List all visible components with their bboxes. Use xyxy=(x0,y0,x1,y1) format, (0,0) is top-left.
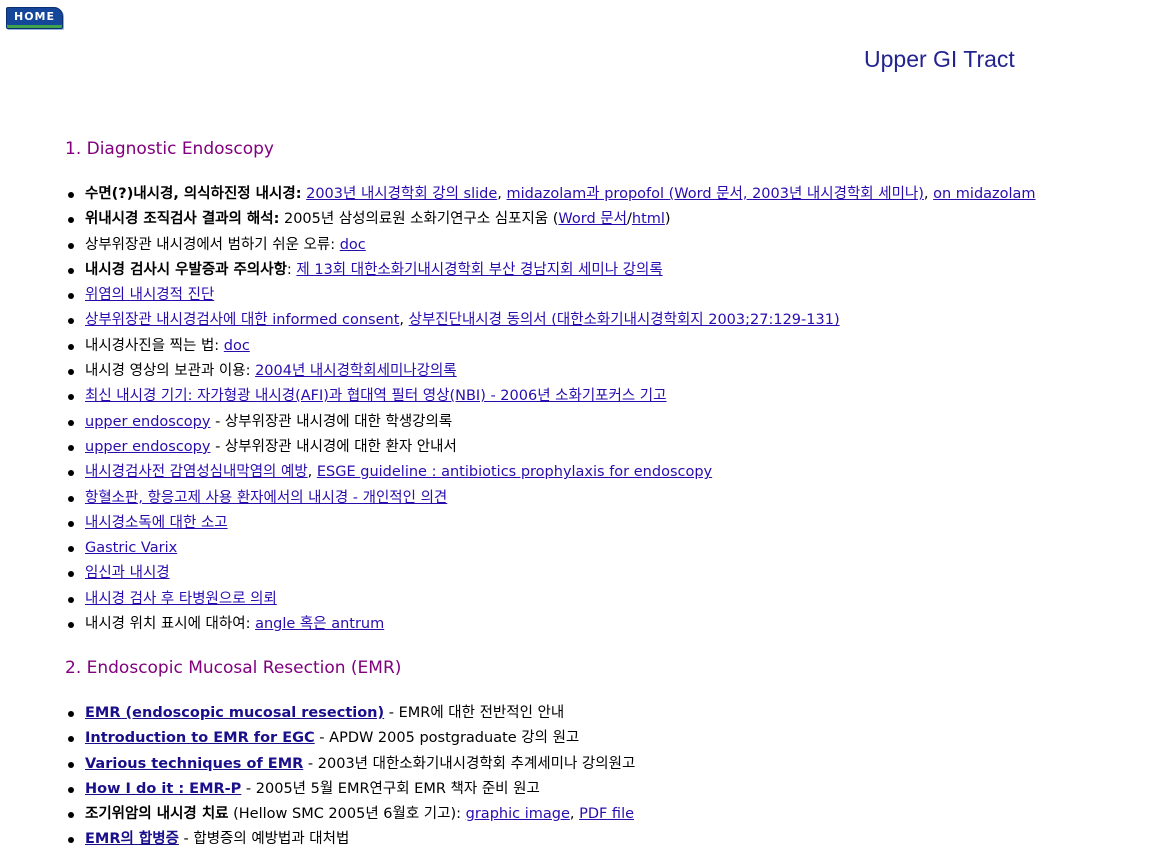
list-item-link[interactable]: 내시경검사전 감염성심내막염의 예방 xyxy=(85,464,308,480)
list-item-link[interactable]: 상부위장관 내시경검사에 대한 informed consent xyxy=(85,312,399,328)
list-item-heading: 조기위암의 내시경 치료 xyxy=(85,806,229,823)
list-item: 내시경 검사시 우발증과 주의사항: 제 13회 대한소화기내시경학회 부산 경… xyxy=(0,258,1036,283)
diagnostic-endoscopy-list: 수면(?)내시경, 의식하진정 내시경: 2003년 내시경학회 강의 slid… xyxy=(0,182,1036,637)
list-item-heading: 내시경 검사시 우발증과 주의사항 xyxy=(85,261,287,278)
list-item: How I do it : EMR-P - 2005년 5월 EMR연구회 EM… xyxy=(0,777,635,802)
list-item-link[interactable]: 상부진단내시경 동의서 (대한소화기내시경학회지 2003;27:129-131… xyxy=(409,312,840,328)
list-item-link[interactable]: Various techniques of EMR xyxy=(85,756,303,772)
section-title-emr: 2. Endoscopic Mucosal Resection (EMR) xyxy=(65,658,402,678)
list-item-link[interactable]: 내시경소독에 대한 소고 xyxy=(85,515,228,531)
list-item-text: - 상부위장관 내시경에 대한 학생강의록 xyxy=(210,413,453,430)
list-item: 수면(?)내시경, 의식하진정 내시경: 2003년 내시경학회 강의 slid… xyxy=(0,182,1036,207)
list-item: 내시경소독에 대한 소고 xyxy=(0,511,1036,536)
list-item-link[interactable]: 위염의 내시경적 진단 xyxy=(85,287,214,303)
list-item-link[interactable]: graphic image xyxy=(466,806,570,822)
list-item-link[interactable]: on midazolam xyxy=(933,186,1035,202)
list-item-link[interactable]: midazolam과 propofol (Word 문서, 2003년 내시경학… xyxy=(507,186,924,202)
home-button[interactable]: HOME xyxy=(6,7,63,29)
list-item: 상부위장관 내시경검사에 대한 informed consent, 상부진단내시… xyxy=(0,308,1036,333)
list-item-link[interactable]: ESGE guideline : antibiotics prophylaxis… xyxy=(317,464,712,480)
list-item-text: (Hellow SMC 2005년 6월호 기고): xyxy=(228,806,466,823)
list-item-link[interactable]: EMR의 합병증 xyxy=(85,831,179,847)
list-item: Various techniques of EMR - 2003년 대한소화기내… xyxy=(0,752,635,777)
list-item-text: 내시경사진을 찍는 법: xyxy=(85,337,224,354)
page-title: Upper GI Tract xyxy=(864,46,1015,72)
list-item-link[interactable]: doc xyxy=(340,237,366,253)
list-item: 상부위장관 내시경에서 범하기 쉬운 오류: doc xyxy=(0,233,1036,258)
list-item-heading: 수면(?)내시경, 의식하진정 내시경: xyxy=(85,186,302,202)
list-item: 위염의 내시경적 진단 xyxy=(0,283,1036,308)
list-item-link[interactable]: EMR (endoscopic mucosal resection) xyxy=(85,705,384,721)
list-item: 내시경 위치 표시에 대하여: angle 혹은 antrum xyxy=(0,612,1036,637)
list-item-link[interactable]: upper endoscopy xyxy=(85,414,210,430)
list-item: 위내시경 조직검사 결과의 해석: 2005년 삼성의료원 소화기연구소 심포지… xyxy=(0,207,1036,232)
list-item-link[interactable]: 2004년 내시경학회세미나강의록 xyxy=(255,363,457,379)
list-item-text: - EMR에 대한 전반적인 안내 xyxy=(384,705,565,721)
list-item: 임신과 내시경 xyxy=(0,561,1036,586)
list-item-text: 2005년 삼성의료원 소화기연구소 심포지움 ( xyxy=(279,211,559,228)
list-item: EMR (endoscopic mucosal resection) - EMR… xyxy=(0,701,635,726)
list-item-text: , xyxy=(307,464,317,481)
list-item-link[interactable]: html xyxy=(632,211,665,227)
list-item-text: 상부위장관 내시경에서 범하기 쉬운 오류: xyxy=(85,236,340,253)
list-item-text: , xyxy=(497,186,507,202)
list-item: 조기위암의 내시경 치료 (Hellow SMC 2005년 6월호 기고): … xyxy=(0,802,635,827)
list-item: 최신 내시경 기기: 자가형광 내시경(AFI)과 협대역 필터 영상(NBI)… xyxy=(0,384,1036,409)
list-item-text: - 상부위장관 내시경에 대한 환자 안내서 xyxy=(210,438,457,455)
list-item-link[interactable]: Word 문서 xyxy=(558,211,627,227)
list-item-link[interactable]: Gastric Varix xyxy=(85,540,177,556)
list-item-text: , xyxy=(569,806,580,823)
list-item: Gastric Varix xyxy=(0,536,1036,561)
list-item-link[interactable]: 2003년 내시경학회 강의 slide xyxy=(306,186,497,202)
list-item: upper endoscopy - 상부위장관 내시경에 대한 환자 안내서 xyxy=(0,435,1036,460)
list-item-text: 내시경 위치 표시에 대하여: xyxy=(85,616,256,633)
list-item-link[interactable]: doc xyxy=(224,338,250,354)
list-item-text: - 2003년 대한소화기내시경학회 추계세미나 강의원고 xyxy=(303,755,636,772)
list-item-link[interactable]: upper endoscopy xyxy=(85,439,210,455)
list-item-text: - 합병증의 예방법과 대처법 xyxy=(178,831,350,848)
list-item: 내시경사진을 찍는 법: doc xyxy=(0,334,1036,359)
list-item: 내시경검사전 감염성심내막염의 예방, ESGE guideline : ant… xyxy=(0,460,1036,485)
list-item-link[interactable]: 제 13회 대한소화기내시경학회 부산 경남지회 세미나 강의록 xyxy=(296,262,662,278)
list-item-link[interactable]: angle 혹은 antrum xyxy=(255,616,384,632)
list-item-link[interactable]: Introduction to EMR for EGC xyxy=(85,730,315,746)
list-item: 내시경 검사 후 타병원으로 의뢰 xyxy=(0,587,1036,612)
list-item-link[interactable]: How I do it : EMR-P xyxy=(85,781,241,797)
section-title-diagnostic-endoscopy: 1. Diagnostic Endoscopy xyxy=(65,139,274,159)
list-item-link[interactable]: 내시경 검사 후 타병원으로 의뢰 xyxy=(85,591,277,607)
list-item-text: , xyxy=(399,312,409,329)
list-item: Introduction to EMR for EGC - APDW 2005 … xyxy=(0,726,635,751)
list-item-text: ) xyxy=(664,211,671,228)
list-item-link[interactable]: 임신과 내시경 xyxy=(85,565,170,581)
list-item-link[interactable]: 최신 내시경 기기: 자가형광 내시경(AFI)과 협대역 필터 영상(NBI)… xyxy=(85,388,667,404)
list-item: upper endoscopy - 상부위장관 내시경에 대한 학생강의록 xyxy=(0,410,1036,435)
list-item-link[interactable]: 항혈소판, 항응고제 사용 환자에서의 내시경 - 개인적인 의견 xyxy=(85,490,447,506)
list-item: 항혈소판, 항응고제 사용 환자에서의 내시경 - 개인적인 의견 xyxy=(0,486,1036,511)
list-item-text: : xyxy=(286,261,297,278)
list-item-heading: 위내시경 조직검사 결과의 해석: xyxy=(85,211,280,228)
list-item-text: 내시경 영상의 보관과 이용: xyxy=(85,363,256,380)
list-item-text: - 2005년 5월 EMR연구회 EMR 책자 준비 원고 xyxy=(241,780,540,797)
list-item-text: - APDW 2005 postgraduate 강의 원고 xyxy=(314,730,580,747)
emr-list: EMR (endoscopic mucosal resection) - EMR… xyxy=(0,701,635,853)
list-item: 내시경 영상의 보관과 이용: 2004년 내시경학회세미나강의록 xyxy=(0,359,1036,384)
list-item-link[interactable]: PDF file xyxy=(579,806,634,822)
list-item-text: , xyxy=(923,186,934,202)
